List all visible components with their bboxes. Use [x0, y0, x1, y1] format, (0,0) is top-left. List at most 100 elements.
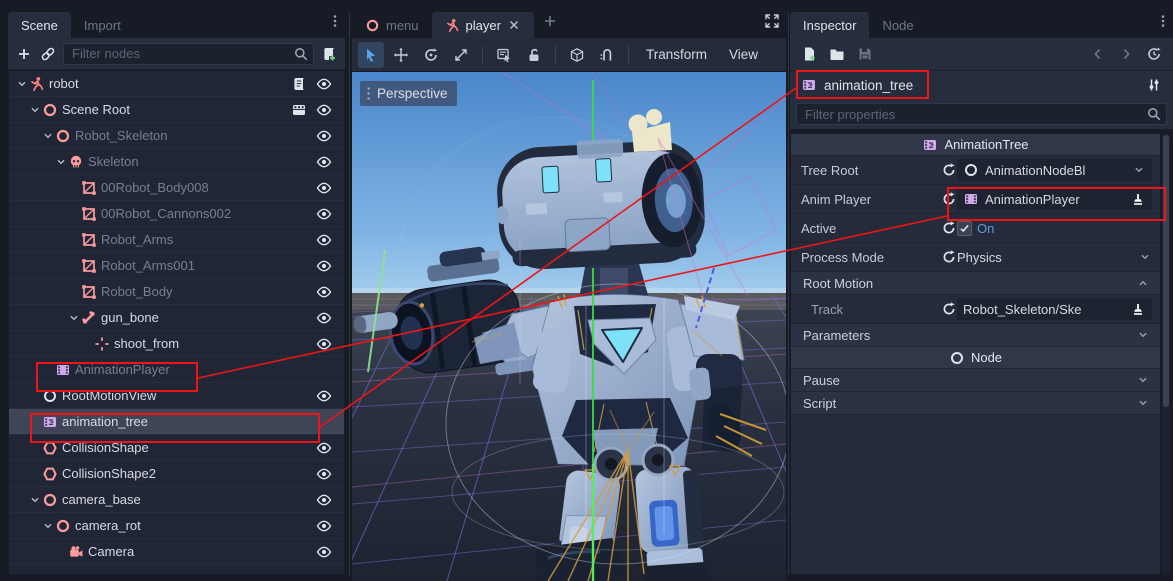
- new-resource-button[interactable]: [800, 45, 818, 63]
- tab-menu-label: menu: [386, 18, 419, 33]
- scene-dock-menu-icon[interactable]: [325, 12, 345, 30]
- tree-node-robot[interactable]: robot: [9, 71, 344, 97]
- eye-icon[interactable]: [316, 128, 332, 144]
- new-scene-tab-button[interactable]: [540, 12, 560, 30]
- save-resource-button[interactable]: [856, 45, 874, 63]
- tree-node-00Robot_Cannons002[interactable]: 00Robot_Cannons002: [9, 201, 344, 227]
- load-resource-button[interactable]: [828, 45, 846, 63]
- active-checkbox[interactable]: [957, 221, 972, 236]
- section-pause[interactable]: Pause: [791, 369, 1160, 392]
- revert-icon[interactable]: [941, 249, 957, 265]
- move-tool-button[interactable]: [388, 42, 414, 68]
- history-forward-icon[interactable]: [1117, 45, 1135, 63]
- eye-icon[interactable]: [316, 154, 332, 170]
- tree-node-camera_base[interactable]: camera_base: [9, 487, 344, 513]
- object-history-icon[interactable]: [1145, 45, 1163, 63]
- edit-value-icon[interactable]: [1130, 301, 1146, 317]
- add-node-button[interactable]: [15, 45, 33, 63]
- inspector-scrollbar[interactable]: [1162, 133, 1170, 575]
- script-icon[interactable]: [291, 76, 307, 92]
- section-script[interactable]: Script: [791, 392, 1160, 415]
- clapper-icon[interactable]: [291, 102, 307, 118]
- eye-icon[interactable]: [316, 518, 332, 534]
- filter-properties-input[interactable]: [796, 103, 1167, 125]
- edit-value-icon[interactable]: [1130, 191, 1146, 207]
- eye-icon[interactable]: [316, 466, 332, 482]
- position-icon: [94, 336, 110, 352]
- scrollbar-thumb[interactable]: [1163, 135, 1169, 407]
- tree-node-camera_rot[interactable]: camera_rot: [9, 513, 344, 539]
- eye-icon[interactable]: [316, 76, 332, 92]
- tree-node-gun_bone[interactable]: gun_bone: [9, 305, 344, 331]
- transform-menu[interactable]: Transform: [637, 47, 716, 62]
- eye-icon[interactable]: [316, 258, 332, 274]
- revert-icon[interactable]: [941, 162, 957, 178]
- tree-node-00Robot_Body008[interactable]: 00Robot_Body008: [9, 175, 344, 201]
- tree-node-shoot_from[interactable]: shoot_from: [9, 331, 344, 357]
- tree-node-RootMotionView[interactable]: RootMotionView: [9, 383, 344, 409]
- tree-node-animation_tree[interactable]: animation_tree: [9, 409, 344, 435]
- eye-icon[interactable]: [316, 102, 332, 118]
- tree-node-Robot_Skeleton[interactable]: Robot_Skeleton: [9, 123, 344, 149]
- cube-tool-button[interactable]: [564, 42, 590, 68]
- extra-tools-icon[interactable]: [1145, 76, 1163, 94]
- section-root-motion[interactable]: Root Motion: [791, 272, 1160, 295]
- tab-import[interactable]: Import: [71, 12, 134, 38]
- property-value[interactable]: Physics: [957, 250, 1160, 265]
- property-value[interactable]: AnimationPlayer: [957, 188, 1152, 210]
- eye-icon[interactable]: [316, 336, 332, 352]
- eye-icon[interactable]: [316, 232, 332, 248]
- left-splitter[interactable]: [349, 12, 350, 575]
- scale-tool-button[interactable]: [448, 42, 474, 68]
- search-icon: [293, 46, 309, 62]
- eye-icon[interactable]: [316, 440, 332, 456]
- revert-icon[interactable]: [941, 220, 957, 236]
- tree-node-CollisionShape[interactable]: CollisionShape: [9, 435, 344, 461]
- tree-node-CollisionShape2[interactable]: CollisionShape2: [9, 461, 344, 487]
- eye-icon[interactable]: [316, 310, 332, 326]
- tab-inspector[interactable]: Inspector: [790, 12, 869, 38]
- revert-icon[interactable]: [941, 301, 957, 317]
- snap-tool-button[interactable]: [594, 42, 620, 68]
- tree-node-Robot_Arms001[interactable]: Robot_Arms001: [9, 253, 344, 279]
- tree-node-Camera[interactable]: Camera: [9, 539, 344, 565]
- select-tool-button[interactable]: [358, 42, 384, 68]
- spatial-icon: [42, 102, 58, 118]
- property-label: Track: [791, 302, 941, 317]
- eye-icon[interactable]: [316, 388, 332, 404]
- list-select-tool-button[interactable]: [491, 42, 517, 68]
- eye-icon[interactable]: [316, 544, 332, 560]
- tab-menu-scene[interactable]: menu: [352, 12, 432, 38]
- instance-scene-button[interactable]: [39, 45, 57, 63]
- property-value[interactable]: On: [957, 221, 1160, 236]
- distraction-free-icon[interactable]: [762, 12, 782, 30]
- inspector-dock-menu-icon[interactable]: [1153, 12, 1173, 30]
- 3d-viewport[interactable]: Perspective: [352, 72, 786, 581]
- tab-scene[interactable]: Scene: [8, 12, 71, 38]
- property-value[interactable]: AnimationNodeBl: [957, 159, 1152, 181]
- tab-player-scene[interactable]: player: [432, 12, 534, 38]
- property-value[interactable]: Robot_Skeleton/Ske: [957, 298, 1152, 320]
- tree-node-Robot_Arms[interactable]: Robot_Arms: [9, 227, 344, 253]
- close-tab-icon[interactable]: [507, 18, 521, 32]
- tab-node[interactable]: Node: [869, 12, 926, 38]
- tree-node-Robot_Body[interactable]: Robot_Body: [9, 279, 344, 305]
- tree-node-label: Robot_Arms: [101, 232, 173, 247]
- attach-script-button[interactable]: [320, 45, 338, 63]
- eye-icon[interactable]: [316, 492, 332, 508]
- eye-icon[interactable]: [316, 284, 332, 300]
- eye-icon[interactable]: [316, 206, 332, 222]
- revert-icon[interactable]: [941, 191, 957, 207]
- tree-node-Scene Root[interactable]: Scene Root: [9, 97, 344, 123]
- rotate-tool-button[interactable]: [418, 42, 444, 68]
- lock-open-tool-button[interactable]: [521, 42, 547, 68]
- tree-node-AnimationPlayer[interactable]: AnimationPlayer: [9, 357, 344, 383]
- filter-nodes-input[interactable]: [63, 43, 314, 65]
- history-back-icon[interactable]: [1089, 45, 1107, 63]
- tree-node-Skeleton[interactable]: Skeleton: [9, 149, 344, 175]
- perspective-menu[interactable]: Perspective: [360, 81, 457, 106]
- right-splitter[interactable]: [788, 12, 789, 575]
- section-parameters[interactable]: Parameters: [791, 324, 1160, 347]
- eye-icon[interactable]: [316, 180, 332, 196]
- view-menu[interactable]: View: [720, 47, 767, 62]
